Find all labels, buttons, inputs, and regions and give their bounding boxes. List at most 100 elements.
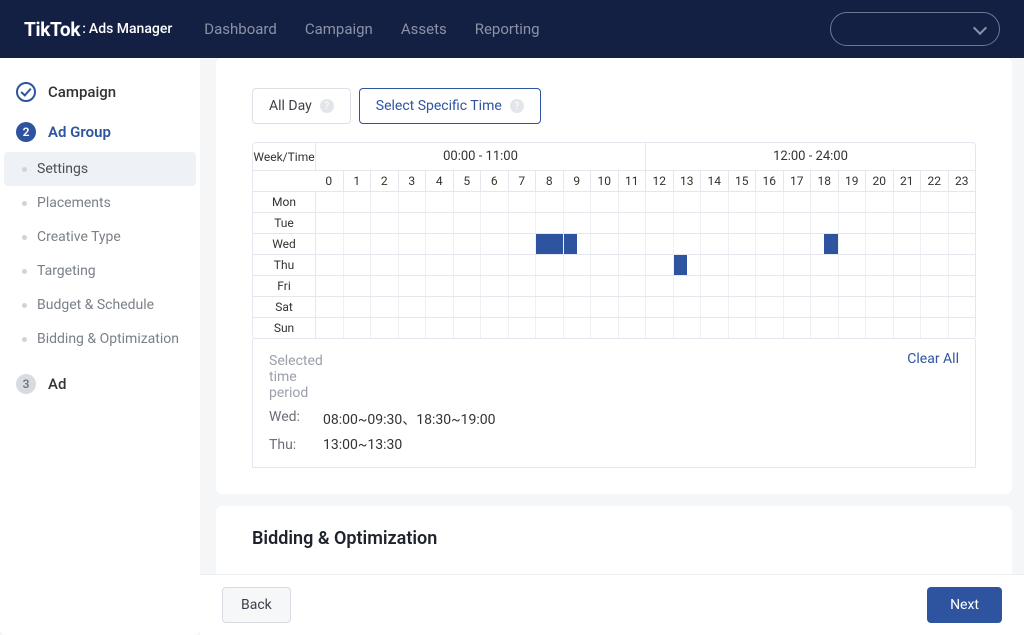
sidebar-step-ad[interactable]: 3 Ad	[0, 364, 200, 404]
time-slot[interactable]	[370, 234, 398, 254]
time-slot[interactable]	[480, 297, 508, 317]
time-slot[interactable]	[398, 297, 426, 317]
time-slot[interactable]	[315, 276, 343, 296]
time-slot[interactable]	[810, 297, 838, 317]
time-slot[interactable]	[370, 276, 398, 296]
time-slot[interactable]	[893, 297, 921, 317]
time-slot[interactable]	[508, 192, 536, 212]
time-slot[interactable]	[700, 297, 728, 317]
sidebar-step-campaign[interactable]: Campaign	[0, 72, 200, 112]
time-slot[interactable]	[315, 255, 343, 275]
time-slot[interactable]	[618, 276, 646, 296]
time-slot[interactable]	[783, 234, 811, 254]
time-slot[interactable]	[700, 255, 728, 275]
time-slot[interactable]	[728, 234, 756, 254]
time-slot[interactable]	[893, 318, 921, 338]
time-slot[interactable]	[590, 192, 618, 212]
time-slot[interactable]	[893, 255, 921, 275]
clear-all-link[interactable]: Clear All	[907, 351, 959, 367]
time-slot[interactable]	[508, 318, 536, 338]
time-slot[interactable]	[865, 255, 893, 275]
sidebar-item-targeting[interactable]: Targeting	[0, 254, 200, 288]
time-slot[interactable]	[480, 276, 508, 296]
time-slot[interactable]	[343, 255, 371, 275]
time-slot[interactable]	[673, 213, 701, 233]
time-slot[interactable]	[343, 276, 371, 296]
time-slot[interactable]	[645, 276, 673, 296]
time-slot[interactable]	[728, 276, 756, 296]
time-slot[interactable]	[783, 192, 811, 212]
time-slot[interactable]	[425, 255, 453, 275]
time-slot[interactable]	[920, 318, 948, 338]
time-slot[interactable]	[398, 276, 426, 296]
nav-campaign[interactable]: Campaign	[305, 20, 373, 38]
time-slot[interactable]	[920, 297, 948, 317]
time-slot[interactable]	[508, 234, 536, 254]
sidebar-item-creative-type[interactable]: Creative Type	[0, 220, 200, 254]
time-slot[interactable]	[728, 255, 756, 275]
time-slot[interactable]	[315, 297, 343, 317]
time-slot[interactable]	[618, 213, 646, 233]
time-slot[interactable]	[425, 276, 453, 296]
time-slot[interactable]	[453, 255, 481, 275]
time-slot[interactable]	[508, 213, 536, 233]
time-slot[interactable]	[948, 234, 976, 254]
time-slot[interactable]	[838, 234, 866, 254]
time-slot[interactable]	[728, 192, 756, 212]
time-slot[interactable]	[673, 192, 701, 212]
time-slot[interactable]	[865, 213, 893, 233]
time-slot[interactable]	[398, 255, 426, 275]
time-slot[interactable]	[673, 297, 701, 317]
time-slot[interactable]	[590, 297, 618, 317]
time-slot[interactable]	[810, 192, 838, 212]
time-slot[interactable]	[783, 318, 811, 338]
time-slot[interactable]	[783, 255, 811, 275]
time-slot[interactable]	[535, 192, 563, 212]
time-slot[interactable]	[810, 318, 838, 338]
time-slot[interactable]	[920, 213, 948, 233]
time-slot[interactable]	[755, 276, 783, 296]
time-slot[interactable]	[425, 234, 453, 254]
time-slot[interactable]	[370, 255, 398, 275]
time-slot[interactable]	[755, 318, 783, 338]
time-slot[interactable]	[563, 192, 591, 212]
time-slot[interactable]	[728, 213, 756, 233]
time-slot[interactable]	[508, 255, 536, 275]
time-slot[interactable]	[645, 318, 673, 338]
time-slot[interactable]	[865, 318, 893, 338]
time-slot[interactable]	[453, 318, 481, 338]
time-slot[interactable]	[343, 297, 371, 317]
time-slot[interactable]	[618, 297, 646, 317]
time-slot[interactable]	[453, 234, 481, 254]
time-slot[interactable]	[563, 234, 591, 254]
time-slot[interactable]	[645, 255, 673, 275]
time-slot[interactable]	[425, 213, 453, 233]
time-slot[interactable]	[948, 297, 976, 317]
time-slot[interactable]	[398, 234, 426, 254]
time-slot[interactable]	[838, 213, 866, 233]
time-slot[interactable]	[700, 276, 728, 296]
time-slot[interactable]	[563, 255, 591, 275]
time-slot[interactable]	[645, 234, 673, 254]
time-slot[interactable]	[755, 192, 783, 212]
tab-select-time[interactable]: Select Specific Time ?	[359, 88, 541, 124]
time-slot[interactable]	[315, 213, 343, 233]
time-slot[interactable]	[590, 276, 618, 296]
time-slot[interactable]	[480, 255, 508, 275]
time-slot[interactable]	[755, 213, 783, 233]
time-slot[interactable]	[700, 318, 728, 338]
time-slot[interactable]	[948, 276, 976, 296]
time-slot[interactable]	[315, 318, 343, 338]
time-slot[interactable]	[590, 318, 618, 338]
time-slot[interactable]	[315, 192, 343, 212]
time-slot[interactable]	[618, 234, 646, 254]
time-slot[interactable]	[453, 297, 481, 317]
time-slot[interactable]	[755, 297, 783, 317]
time-slot[interactable]	[783, 297, 811, 317]
time-slot[interactable]	[590, 234, 618, 254]
time-slot[interactable]	[453, 276, 481, 296]
time-slot[interactable]	[948, 192, 976, 212]
time-slot[interactable]	[590, 213, 618, 233]
time-slot[interactable]	[810, 213, 838, 233]
time-slot[interactable]	[480, 192, 508, 212]
